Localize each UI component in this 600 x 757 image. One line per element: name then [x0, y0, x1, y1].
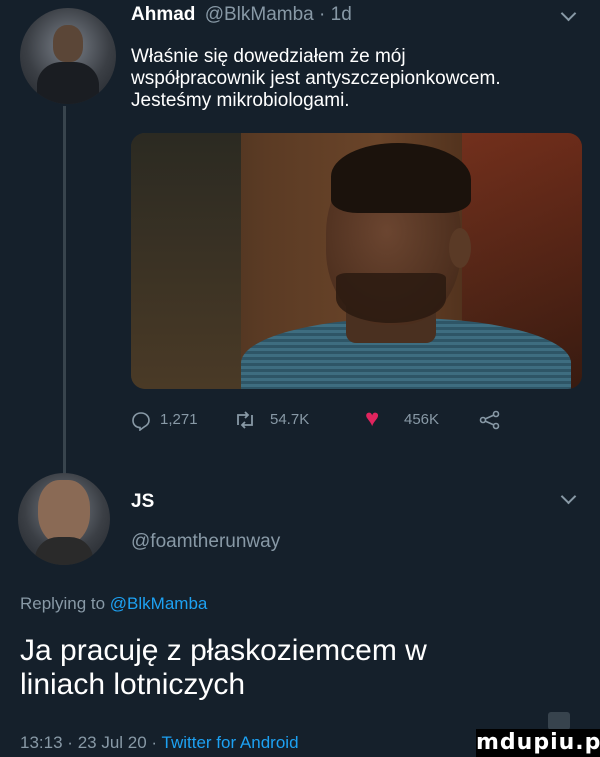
chevron-down-icon[interactable]: [560, 5, 577, 22]
watermark-icon: [548, 712, 570, 730]
tweet-text: Właśnie się dowedziałem że mój współprac…: [131, 46, 591, 112]
tweet-header: Ahmad @BlkMamba · 1d: [131, 4, 352, 26]
avatar[interactable]: [20, 8, 116, 104]
watermark: mdupiu.pl: [476, 729, 600, 757]
retweet-count: 54.7K: [270, 411, 310, 428]
chevron-down-icon[interactable]: [560, 488, 577, 505]
heart-icon[interactable]: ♥: [365, 407, 379, 431]
tweet-age[interactable]: 1d: [331, 4, 352, 25]
retweet-icon[interactable]: [233, 410, 257, 434]
author-handle[interactable]: @BlkMamba: [205, 4, 314, 25]
tweet-text-line: Właśnie się dowedziałem że mój: [131, 46, 406, 67]
thread-connector-line: [63, 106, 66, 478]
tweet-photo[interactable]: [131, 133, 582, 389]
avatar[interactable]: [18, 473, 110, 565]
reply-text-line: liniach lotniczych: [20, 668, 246, 701]
reply-text-line: Ja pracuję z płaskoziemcem w: [20, 634, 427, 667]
reply-date[interactable]: 23 Jul 20: [78, 733, 147, 752]
reply-author-handle[interactable]: @foamtherunway: [131, 531, 280, 553]
reply-bubble-icon[interactable]: [131, 411, 151, 435]
tweet-text-line: Jesteśmy mikrobiologami.: [131, 90, 350, 111]
reply-text: Ja pracuję z płaskoziemcem w liniach lot…: [20, 634, 580, 702]
author-name[interactable]: Ahmad: [131, 4, 195, 25]
like-count: 456K: [404, 411, 440, 428]
replying-to: Replying to @BlkMamba: [20, 594, 207, 614]
separator: ·: [67, 733, 73, 752]
reply-time[interactable]: 13:13: [20, 733, 63, 752]
client-link[interactable]: Twitter for Android: [162, 733, 299, 752]
replying-to-handle[interactable]: @BlkMamba: [110, 594, 208, 613]
tweet-timestamp: 13:13 · 23 Jul 20 · Twitter for Android: [20, 733, 299, 753]
share-icon[interactable]: [479, 410, 501, 434]
tweet-actions: 1,271 54.7K ♥ 456K: [131, 407, 591, 436]
reply-count: 1,271: [160, 411, 198, 428]
separator: ·: [151, 733, 158, 752]
separator: ·: [319, 4, 326, 25]
replying-to-label: Replying to: [20, 594, 106, 613]
reply-author-name[interactable]: JS: [131, 491, 154, 513]
tweet-text-line: współpracownik jest antyszczepionkowcem.: [131, 68, 501, 89]
